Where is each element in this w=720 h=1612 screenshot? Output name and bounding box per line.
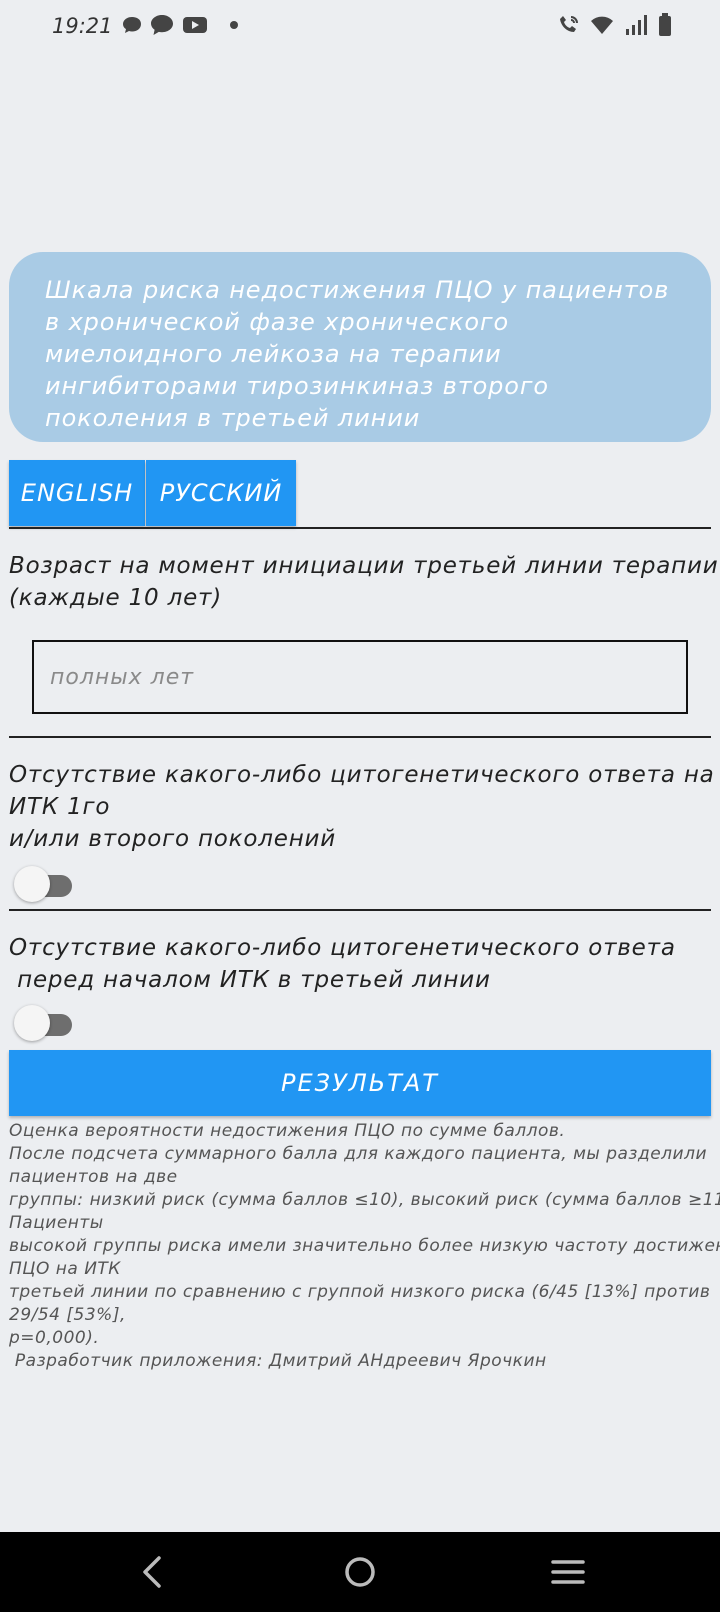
developer-credit: Разработчик приложения: Дмитрий АНдрееви… bbox=[9, 1351, 547, 1371]
info-line: 29/54 [53%], bbox=[9, 1305, 126, 1325]
status-bar: 19:21 bbox=[0, 0, 720, 52]
status-icons-left bbox=[122, 14, 250, 40]
english-button[interactable]: ENGLISH bbox=[9, 460, 145, 526]
back-icon[interactable] bbox=[132, 1550, 176, 1594]
home-icon[interactable] bbox=[338, 1550, 382, 1594]
info-line: Пациенты bbox=[9, 1213, 104, 1233]
cyto-before-third-label-line: перед началом ИТК в третьей линии bbox=[9, 967, 491, 993]
cyto-prior-label-line: Отсутствие какого-либо цитогенетического… bbox=[9, 762, 715, 788]
signal-icon bbox=[624, 14, 648, 40]
title-card: Шкала риска недостижения ПЦО у пациентов… bbox=[9, 252, 711, 442]
chat-bubble-icon bbox=[122, 15, 142, 39]
info-line: высокой группы риска имели значительно б… bbox=[9, 1236, 720, 1256]
age-label-line: (каждые 10 лет) bbox=[9, 585, 223, 611]
info-line: группы: низкий риск (сумма баллов ≤10), … bbox=[9, 1190, 720, 1210]
youtube-icon bbox=[182, 15, 208, 39]
info-line: пациентов на две bbox=[9, 1167, 178, 1187]
divider bbox=[9, 527, 711, 529]
wifi-calling-icon bbox=[558, 14, 580, 40]
age-label: Возраст на момент инициации третьей лини… bbox=[9, 550, 719, 614]
russian-button[interactable]: РУССКИЙ bbox=[146, 460, 296, 526]
recents-icon[interactable] bbox=[546, 1550, 590, 1594]
info-line: p=0,000). bbox=[9, 1328, 100, 1348]
notification-dot-icon bbox=[216, 15, 242, 39]
status-time: 19:21 bbox=[52, 14, 113, 38]
cyto-before-third-label-line: Отсутствие какого-либо цитогенетического… bbox=[9, 935, 676, 961]
age-label-line: Возраст на момент инициации третьей лини… bbox=[9, 553, 719, 579]
divider bbox=[9, 909, 711, 911]
info-line: третьей линии по сравнению с группой низ… bbox=[9, 1282, 711, 1302]
age-input[interactable] bbox=[32, 640, 688, 714]
cyto-before-third-toggle[interactable] bbox=[14, 1005, 78, 1041]
info-text: Оценка вероятности недостижения ПЦО по с… bbox=[9, 1120, 720, 1373]
status-icons-right bbox=[548, 13, 672, 41]
divider bbox=[9, 736, 711, 738]
cyto-prior-toggle[interactable] bbox=[14, 866, 78, 902]
page-title: Шкала риска недостижения ПЦО у пациентов… bbox=[45, 276, 670, 432]
language-switcher: ENGLISH РУССКИЙ bbox=[9, 460, 297, 526]
battery-icon bbox=[658, 13, 672, 41]
navigation-bar bbox=[0, 1532, 720, 1612]
cyto-prior-label-line: ИТК 1го bbox=[9, 794, 111, 820]
toggle-thumb bbox=[14, 1005, 50, 1041]
wifi-icon bbox=[590, 14, 614, 40]
cyto-prior-label-line: и/или второго поколений bbox=[9, 826, 337, 852]
info-line: После подсчета суммарного балла для кажд… bbox=[9, 1144, 708, 1164]
info-line: ПЦО на ИТК bbox=[9, 1259, 121, 1279]
toggle-thumb bbox=[14, 866, 50, 902]
cyto-prior-label: Отсутствие какого-либо цитогенетического… bbox=[9, 759, 715, 855]
info-line: Оценка вероятности недостижения ПЦО по с… bbox=[9, 1121, 566, 1141]
cyto-before-third-label: Отсутствие какого-либо цитогенетического… bbox=[9, 932, 715, 996]
result-button[interactable]: РЕЗУЛЬТАТ bbox=[9, 1050, 711, 1116]
message-icon bbox=[150, 14, 174, 40]
